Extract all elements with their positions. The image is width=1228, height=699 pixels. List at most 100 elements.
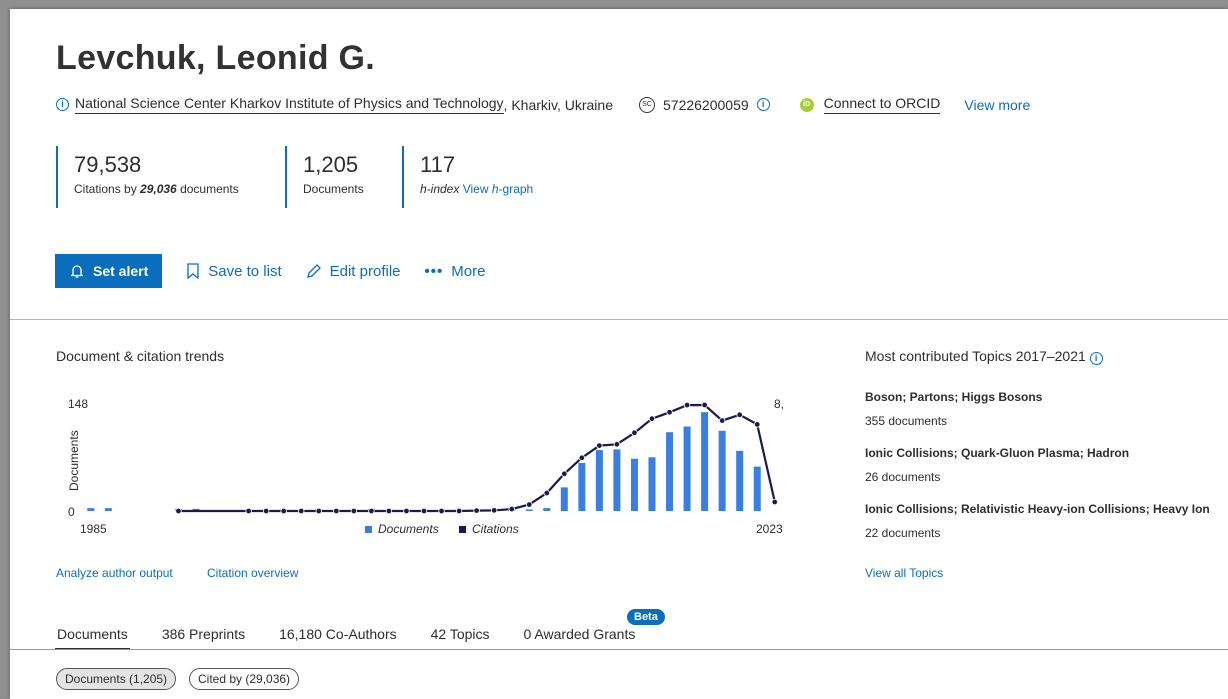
view-more-link[interactable]: View more (964, 97, 1030, 113)
legend-documents-label: Documents (378, 522, 439, 536)
view-h-graph-link[interactable]: View h-graph (463, 182, 534, 196)
more-button[interactable]: ••• More (425, 263, 486, 280)
citations-point-2003 (403, 507, 410, 515)
bookmark-icon (187, 263, 199, 279)
citations-point-1994 (245, 507, 252, 515)
documents-bar-2011 (543, 508, 551, 511)
citations-point-2009 (508, 505, 515, 513)
documents-bar-2021 (718, 430, 726, 511)
affiliation-link[interactable]: National Science Center Kharkov Institut… (75, 95, 504, 114)
citations-point-2001 (368, 507, 375, 515)
scopus-id: 57226200059 (663, 96, 749, 113)
citations-metric: 79,538 Citations by 29,036 documents (56, 146, 239, 208)
documents-bar-2017 (648, 457, 656, 511)
author-profile-page: Levchuk, Leonid G. i National Science Ce… (10, 9, 1228, 699)
documents-bar-2010 (525, 509, 533, 511)
documents-metric: 1,205 Documents (285, 146, 364, 208)
documents-filter-pill[interactable]: Documents (1,205) (56, 668, 177, 690)
x-end-label: 2023 (756, 522, 783, 536)
documents-bar-2020 (701, 412, 709, 511)
topic-docs-3: 22 documents (865, 526, 941, 540)
ellipsis-icon: ••• (424, 262, 444, 280)
citation-overview-link[interactable]: Citation overview (207, 566, 298, 580)
trends-chart-svg: 14808,266019852023DocumentsCitationsDocu… (67, 397, 804, 536)
topic-name-2[interactable]: Ionic Collisions; Quark-Gluon Plasma; Ha… (865, 446, 1129, 460)
trends-title: Document & citation trends (56, 348, 225, 364)
tab-co-authors[interactable]: 16,180 Co-Authors (279, 626, 397, 642)
orcid-icon: iD (799, 97, 814, 112)
analyze-author-output-link[interactable]: Analyze author output (56, 566, 173, 580)
documents-bar-2023 (753, 466, 761, 511)
hindex-value: 117 (420, 152, 456, 177)
connect-orcid-link[interactable]: Connect to ORCID (823, 95, 941, 114)
citations-point-2017 (648, 415, 656, 422)
scopus-id-info-icon[interactable]: i (756, 98, 770, 111)
set-alert-button[interactable]: Set alert (55, 254, 163, 288)
scopus-id-icon: SC (639, 96, 655, 113)
topics-info-icon[interactable]: i (1089, 352, 1103, 365)
y-right-axis-label: Citations (781, 431, 784, 478)
documents-bar-2015 (613, 449, 621, 511)
citations-point-2007 (473, 507, 480, 514)
documents-bar-2022 (736, 450, 744, 511)
citations-point-2019 (683, 401, 691, 409)
documents-label: Documents (303, 182, 364, 196)
tab-preprints[interactable]: 386 Preprints (162, 626, 245, 642)
tabs-divider (10, 649, 1228, 650)
citations-point-1999 (333, 507, 340, 515)
tab-topics[interactable]: 42 Topics (431, 626, 490, 642)
tab-documents[interactable]: Documents (55, 626, 130, 650)
location-text: , Kharkiv, Ukraine (503, 96, 613, 113)
tab-awarded-grants[interactable]: 0 Awarded Grants (524, 626, 636, 642)
documents-bar-2012 (560, 487, 568, 511)
citations-point-1998 (315, 507, 322, 515)
save-to-list-label: Save to list (208, 262, 282, 280)
cited-by-filter-pill[interactable]: Cited by (29,036) (189, 668, 300, 690)
documents-bar-1985 (87, 508, 95, 511)
documents-count: 1,205 (303, 152, 359, 177)
topic-docs-1: 355 documents (865, 414, 948, 428)
author-name: Levchuk, Leonid G. (56, 39, 376, 77)
topic-name-3[interactable]: Ionic Collisions; Relativistic Heavy-ion… (865, 502, 1210, 516)
edit-profile-label: Edit profile (329, 262, 401, 280)
citations-point-2014 (596, 442, 603, 449)
edit-profile-button[interactable]: Edit profile (306, 263, 401, 280)
y-right-max-label: 8,266 (774, 397, 784, 411)
profile-tabs: Documents 386 Preprints 16,180 Co-Author… (55, 626, 669, 650)
citations-point-2012 (561, 470, 568, 478)
citations-point-2000 (350, 507, 358, 515)
y-left-min-label: 0 (68, 505, 75, 519)
trends-chart: 14808,266019852023DocumentsCitationsDocu… (54, 383, 804, 543)
section-divider (10, 319, 1228, 320)
citations-point-2002 (385, 507, 393, 515)
documents-bar-2013 (578, 463, 586, 511)
topic-docs-2: 26 documents (865, 470, 941, 484)
legend-documents-swatch (365, 526, 372, 533)
citations-count: 79,538 (74, 152, 142, 177)
author-meta: i National Science Center Kharkov Instit… (56, 95, 1030, 114)
citations-point-2016 (631, 429, 638, 436)
citations-point-1990 (175, 507, 182, 515)
legend-citations-swatch (459, 526, 466, 533)
citations-point-2015 (613, 441, 621, 448)
topic-name-1[interactable]: Boson; Partons; Higgs Bosons (865, 390, 1042, 404)
documents-bar-2014 (595, 450, 603, 511)
set-alert-label: Set alert (93, 263, 149, 279)
beta-badge: Beta (627, 609, 665, 625)
documents-bar-2019 (683, 426, 691, 511)
bell-icon (70, 265, 84, 278)
citations-point-2023 (754, 421, 761, 428)
citations-point-2011 (543, 489, 550, 497)
documents-bar-1986 (104, 508, 112, 511)
citations-point-2010 (526, 501, 533, 508)
citations-point-2022 (736, 411, 743, 419)
citations-point-1995 (262, 507, 270, 515)
info-icon[interactable]: i (56, 98, 69, 111)
more-label: More (451, 262, 486, 280)
save-to-list-button[interactable]: Save to list (186, 262, 282, 280)
view-all-topics-link[interactable]: View all Topics (865, 566, 943, 580)
citations-point-2024 (771, 498, 778, 506)
y-left-axis-label: Documents (67, 430, 81, 491)
citations-point-1996 (280, 507, 287, 515)
hindex-metric: 117 h-index View h-graph (402, 146, 533, 208)
